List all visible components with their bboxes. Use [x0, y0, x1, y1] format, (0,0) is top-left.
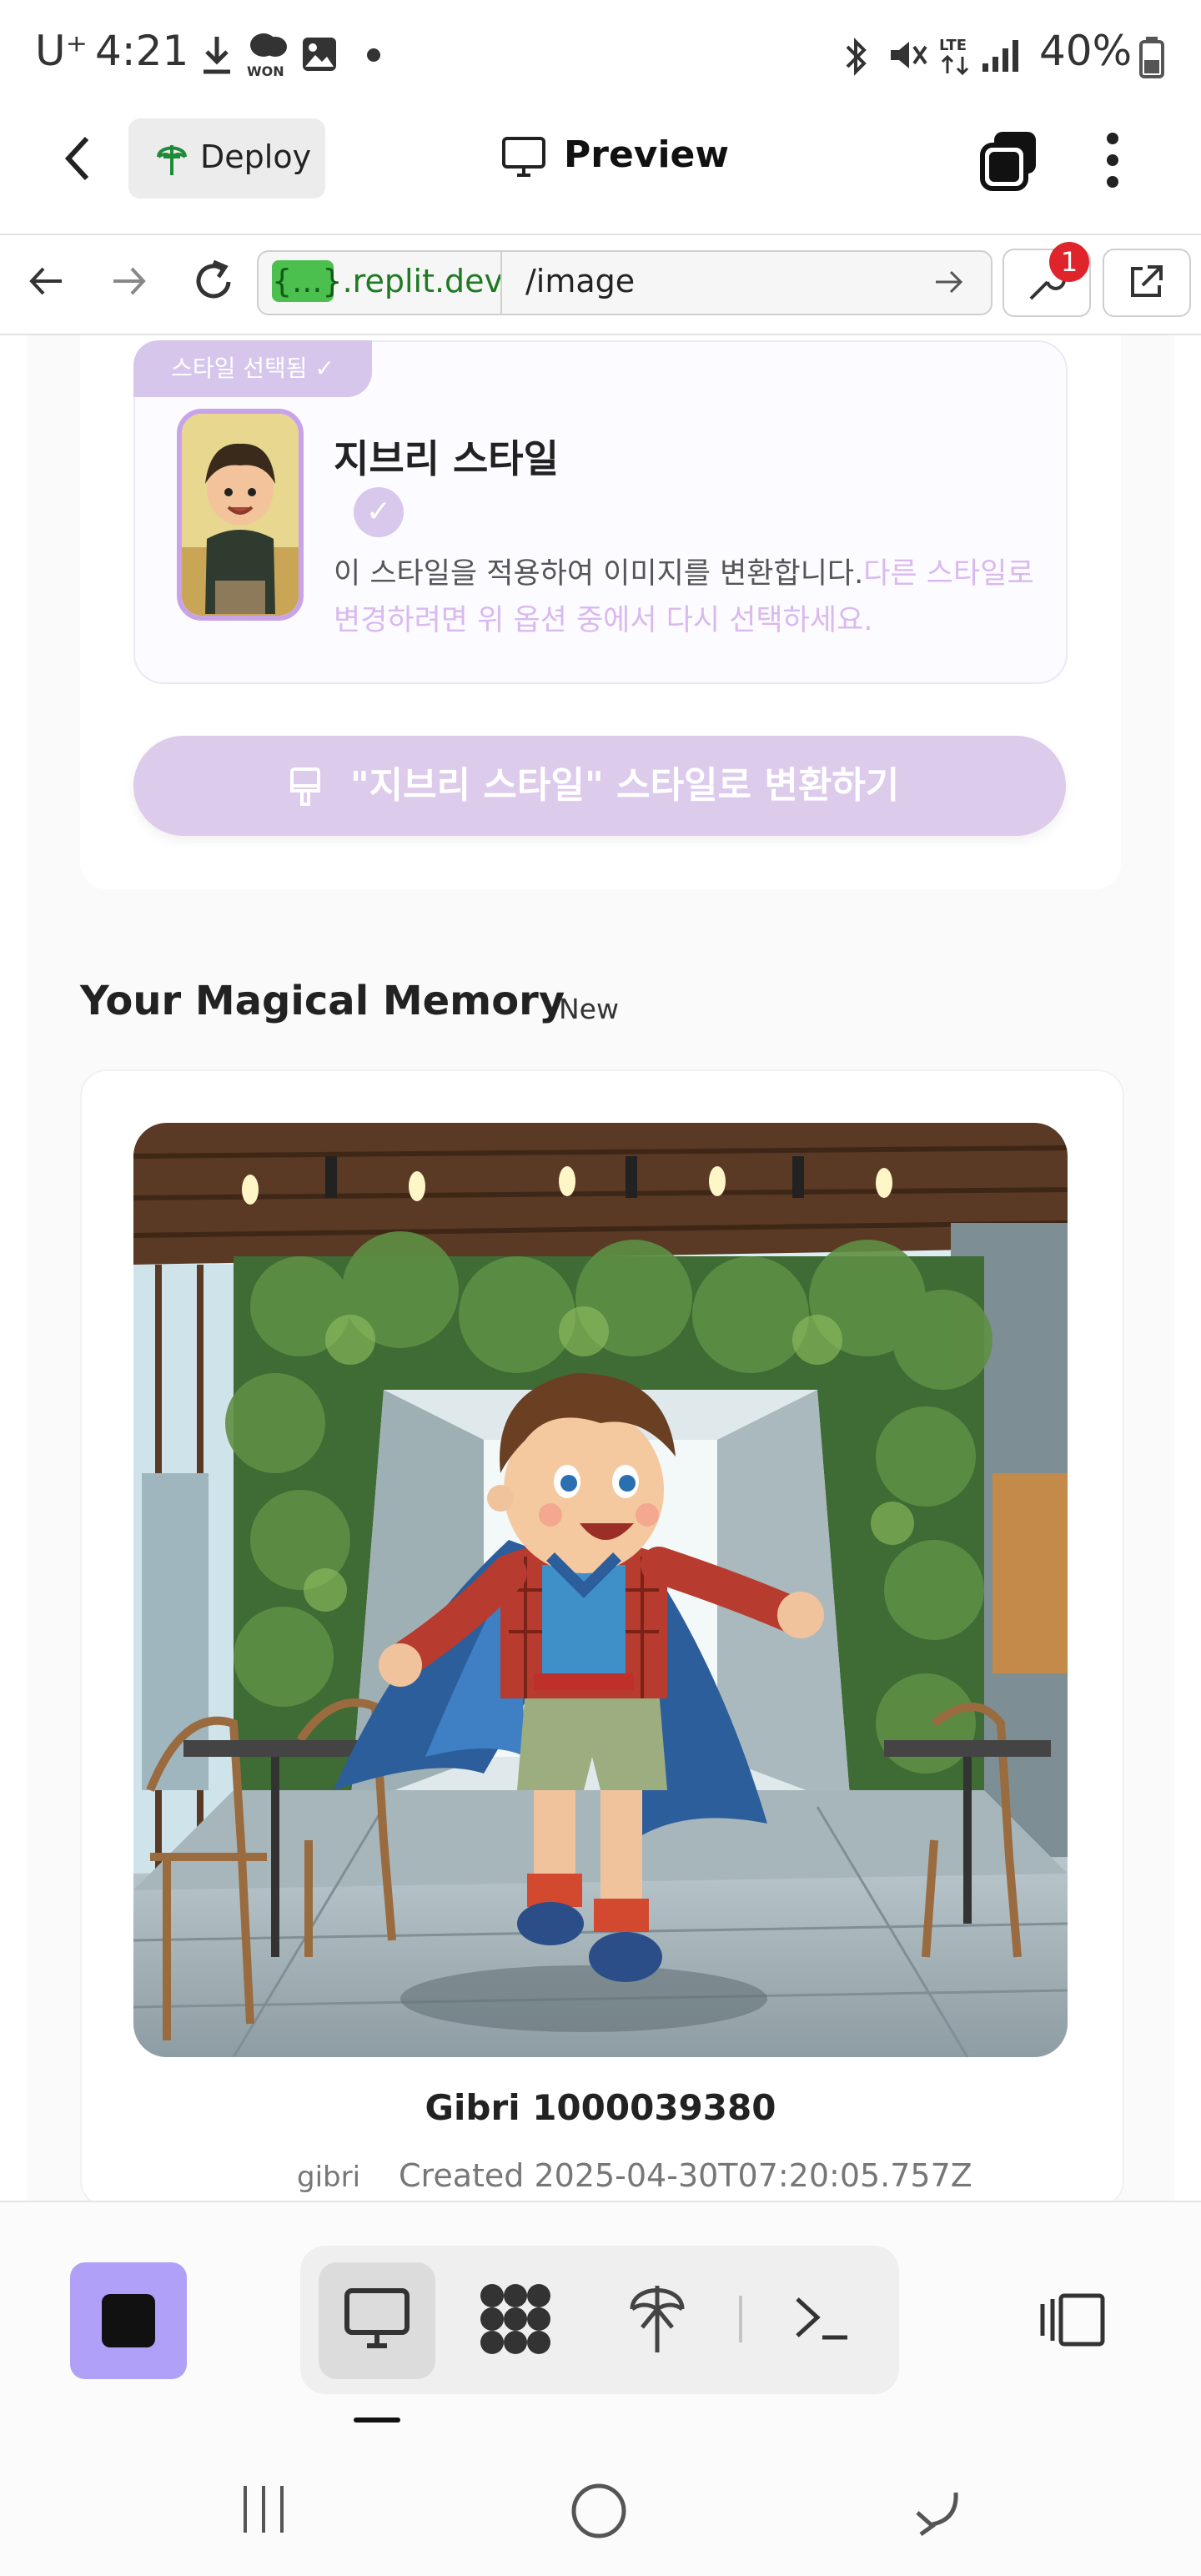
svg-text:LTE: LTE — [939, 37, 967, 54]
signal-icon — [982, 40, 1018, 72]
back-nav-icon[interactable] — [909, 2486, 962, 2536]
reload-icon[interactable] — [188, 257, 239, 307]
style-selected-tag: 스타일 선택됨 ✓ — [133, 340, 372, 397]
deploy-icon — [157, 145, 187, 175]
style-description: 이 스타일을 적용하여 이미지를 변환합니다.다른 스타일로 변경하려면 위 옵… — [334, 551, 1034, 644]
gallery-icon — [303, 38, 336, 71]
domain-chip-label: {...} — [272, 263, 343, 299]
stop-icon — [102, 2294, 155, 2347]
nav-back-icon[interactable] — [25, 260, 67, 302]
sidebar-toggle-icon[interactable] — [1038, 2291, 1108, 2349]
battery-icon — [1139, 37, 1164, 78]
notification-dot-icon — [367, 48, 380, 62]
external-link-icon — [1131, 265, 1163, 297]
mute-icon — [891, 42, 927, 68]
memory-section-title: Your Magical Memory — [80, 978, 565, 1024]
toolbar-divider — [739, 2296, 742, 2342]
convert-button-label: "지브리 스타일" 스타일로 변환하기 — [349, 764, 900, 807]
chat-icon — [250, 33, 287, 57]
image-tag: gibri — [297, 2161, 361, 2194]
battery-percent: 40% — [1039, 27, 1133, 75]
go-arrow-icon[interactable] — [932, 267, 966, 297]
url-path[interactable]: /image — [525, 260, 635, 302]
status-time: 4:21 — [95, 27, 189, 75]
home-nav-icon[interactable] — [569, 2481, 629, 2541]
webview-icon — [344, 2288, 410, 2348]
more-icon[interactable] — [1098, 128, 1128, 192]
url-divider — [500, 250, 502, 314]
ghibli-hero-illustration — [133, 1123, 1068, 2057]
console-icon[interactable] — [792, 2292, 851, 2342]
monitor-icon — [502, 137, 545, 177]
back-icon[interactable] — [62, 133, 95, 184]
new-tag: New — [559, 993, 619, 1025]
image-created-date: Created 2025-04-30T07:20:05.757Z — [399, 2157, 972, 2194]
notification-badge: 1 — [1049, 242, 1089, 282]
style-description-text: 이 스타일을 적용하여 이미지를 변환합니다. — [334, 557, 864, 591]
tabs-icon[interactable] — [977, 128, 1041, 192]
active-tab-indicator — [354, 2418, 400, 2423]
generated-image[interactable] — [133, 1123, 1068, 2057]
workspace-icon[interactable] — [477, 2281, 554, 2357]
check-icon: ✓ — [354, 487, 404, 537]
lte-icon: LTE — [939, 37, 969, 76]
won-label: WON — [247, 63, 284, 79]
nav-forward-icon[interactable] — [108, 260, 150, 302]
deploy-label: Deploy — [200, 138, 312, 175]
deploy-tool-icon[interactable] — [627, 2281, 687, 2356]
preview-title[interactable]: Preview — [564, 133, 729, 176]
image-title: Gibri 1000039380 — [425, 2087, 776, 2128]
status-carrier: U⁺ — [35, 27, 88, 75]
recents-nav-icon[interactable] — [239, 2483, 289, 2536]
style-thumbnail — [177, 409, 304, 621]
url-domain: .replit.dev — [342, 263, 504, 299]
ghibli-boy-thumbnail — [182, 414, 299, 616]
style-title: 지브리 스타일 — [334, 436, 559, 481]
url-domain-chip-text: {...}.replit.dev — [272, 260, 503, 302]
bluetooth-icon — [846, 38, 867, 76]
download-icon — [204, 37, 230, 74]
